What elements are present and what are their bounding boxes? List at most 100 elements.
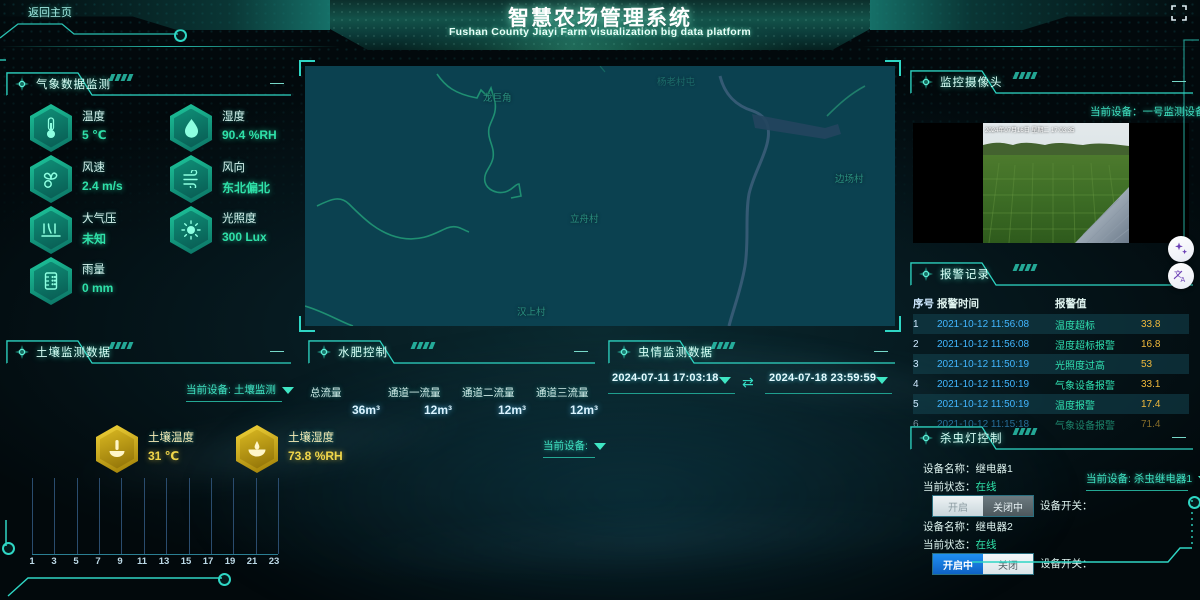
relay2-toggle-off[interactable]: 关闭 xyxy=(983,554,1033,574)
compass-icon xyxy=(15,345,29,359)
cell-value: 17.4 xyxy=(1141,398,1161,410)
relay1-toggle[interactable]: 开启 关闭中 xyxy=(932,495,1034,517)
flow-value-channel-3: 12m³ xyxy=(570,403,599,417)
dashboard-stage: 返回主页 智慧农场管理系统 Fushan County Jiayi Farm v… xyxy=(0,0,1200,600)
metric-value: 31 ℃ xyxy=(148,449,180,463)
compass-icon xyxy=(919,75,933,89)
camera-panel-header: 监控摄像头 — xyxy=(910,70,1194,94)
weather-panel: 气象数据监测 — xyxy=(6,72,292,322)
metric-label: 土壤温度 xyxy=(148,432,194,444)
compass-icon xyxy=(919,431,933,445)
cell-id: 4 xyxy=(913,378,919,390)
relay1-status-label: 当前状态：在线 xyxy=(923,479,997,494)
flow-value-channel-1: 12m³ xyxy=(424,403,453,417)
cell-time: 2021-10-12 11:50:19 xyxy=(937,398,1030,410)
pest-date-end-value: 2024-07-18 23:59:59 xyxy=(769,372,877,384)
table-row[interactable]: 1 2021-10-12 11:56:08 温度超标 33.8 xyxy=(913,314,1189,334)
soil-panel-header: 土壤监测数据 — xyxy=(6,340,292,364)
relay2-status-label: 当前状态：在线 xyxy=(923,537,997,552)
compass-icon xyxy=(317,345,331,359)
table-row[interactable]: 5 2021-10-12 11:50:19 温度报警 17.4 xyxy=(913,394,1189,414)
soil-panel-minimize[interactable]: — xyxy=(270,343,284,357)
weather-panel-title: 气象数据监测 xyxy=(36,79,111,91)
cell-type: 湿度超标报警 xyxy=(1055,340,1115,352)
cell-value: 53 xyxy=(1141,358,1153,370)
map-frame xyxy=(299,60,901,332)
compass-icon xyxy=(15,77,29,91)
cell-id: 3 xyxy=(913,358,919,370)
camera-feed[interactable]: 2024年07月16日 星期二 17:03:35 xyxy=(913,123,1189,243)
table-row[interactable]: 2 2021-10-12 11:56:08 湿度超标报警 16.8 xyxy=(913,334,1189,354)
x-tick: 3 xyxy=(51,556,57,567)
cell-value: 33.1 xyxy=(1141,378,1161,390)
soil-temperature-icon xyxy=(109,440,125,457)
lamp-panel: 杀虫灯控制 — xyxy=(910,426,1194,450)
x-tick: 7 xyxy=(95,556,101,567)
water-device-selector[interactable]: 当前设备: xyxy=(543,438,606,458)
camera-panel-minimize[interactable]: — xyxy=(1172,73,1186,87)
x-tick: 15 xyxy=(180,556,192,567)
relay1-toggle-off[interactable]: 关闭中 xyxy=(983,496,1033,516)
table-row[interactable]: 3 2021-10-12 11:50:19 光照度过高 53 xyxy=(913,354,1189,374)
relay2-name: 设备名称：继电器2 xyxy=(923,521,1013,533)
relay2-toggle[interactable]: 开启中 关闭 xyxy=(932,553,1034,575)
alarm-table-header: 序号 报警时间 报警值 xyxy=(913,292,1189,314)
ai-sparkle-icon[interactable] xyxy=(1168,236,1194,262)
flow-label-channel-2: 通道二流量 xyxy=(462,387,515,399)
x-tick: 1 xyxy=(29,556,35,567)
x-tick: 9 xyxy=(117,556,123,567)
lamp-device-selector-label: 当前设备: 杀虫继电器1 xyxy=(1086,473,1193,485)
relay2-status-label-text: 当前状态： xyxy=(923,539,976,551)
relay2-switch-label: 设备开关： xyxy=(1040,558,1093,570)
weather-panel-minimize[interactable]: — xyxy=(270,75,284,89)
date-swap-icon: ⇄ xyxy=(742,374,754,390)
alarm-panel-header: 报警记录 — xyxy=(910,262,1194,286)
column-header-time: 报警时间 xyxy=(937,297,979,310)
pest-date-start-value: 2024-07-11 17:03:18 xyxy=(612,372,719,384)
cell-type: 光照度过高 xyxy=(1055,360,1105,372)
flow-label-total: 总流量 xyxy=(310,387,342,399)
water-panel-minimize[interactable]: — xyxy=(574,343,588,357)
relay1-toggle-on[interactable]: 开启 xyxy=(933,496,983,516)
pest-date-end[interactable]: 2024-07-18 23:59:59 xyxy=(765,371,892,394)
relay1-switch-label: 设备开关： xyxy=(1040,500,1093,512)
header-rule-right xyxy=(862,46,1200,47)
app-header: 智慧农场管理系统 Fushan County Jiayi Farm visual… xyxy=(0,0,1200,50)
relay2-toggle-on[interactable]: 开启中 xyxy=(933,554,983,574)
flow-label-channel-1: 通道一流量 xyxy=(388,387,441,399)
lamp-panel-minimize[interactable]: — xyxy=(1172,429,1186,443)
cell-value: 33.8 xyxy=(1141,318,1161,330)
cell-time: 2021-10-12 11:56:08 xyxy=(937,318,1030,330)
flow-label-channel-3: 通道三流量 xyxy=(536,387,589,399)
cell-type: 气象设备报警 xyxy=(1055,380,1115,392)
pest-panel-minimize[interactable]: — xyxy=(874,343,888,357)
lamp-panel-header: 杀虫灯控制 — xyxy=(910,426,1194,450)
water-panel-header: 水肥控制 — xyxy=(308,340,596,364)
cell-id: 1 xyxy=(913,318,919,330)
soil-panel: 土壤监测数据 — xyxy=(6,340,292,364)
camera-panel-title: 监控摄像头 xyxy=(940,77,1003,89)
pest-panel: 虫情监测数据 — xyxy=(608,340,896,364)
lamp-panel-title: 杀虫灯控制 xyxy=(940,433,1003,445)
hud-node xyxy=(1188,496,1200,509)
lamp-device-selector[interactable]: 当前设备: 杀虫继电器1 xyxy=(1086,471,1200,491)
metric-label: 土壤湿度 xyxy=(288,432,334,444)
table-row[interactable]: 4 2021-10-12 11:50:19 气象设备报警 33.1 xyxy=(913,374,1189,394)
soil-device-selector[interactable]: 当前设备: 土壤监测 xyxy=(186,382,294,402)
camera-device-selector-label: 当前设备：一号监测设备 xyxy=(1090,106,1200,118)
cell-id: 5 xyxy=(913,398,919,410)
hud-node xyxy=(174,29,187,42)
header-rule-left xyxy=(0,46,340,47)
cell-time: 2021-10-12 11:50:19 xyxy=(937,358,1030,370)
x-tick: 5 xyxy=(73,556,79,567)
soil-device-selector-label: 当前设备: 土壤监测 xyxy=(186,384,276,396)
soil-item-moisture: 土壤湿度 73.8 %RH xyxy=(236,425,366,473)
x-tick: 17 xyxy=(202,556,214,567)
alarm-table: 序号 报警时间 报警值 1 2021-10-12 11:56:08 温度超标 3… xyxy=(913,292,1189,434)
water-panel: 水肥控制 — xyxy=(308,340,596,364)
home-link[interactable]: 返回主页 xyxy=(28,4,72,20)
camera-device-selector[interactable]: 当前设备：一号监测设备 xyxy=(1090,104,1200,124)
pest-date-start[interactable]: 2024-07-11 17:03:18 xyxy=(608,371,735,394)
translate-icon[interactable]: 文 A xyxy=(1168,263,1194,289)
fullscreen-icon[interactable] xyxy=(1170,4,1188,22)
